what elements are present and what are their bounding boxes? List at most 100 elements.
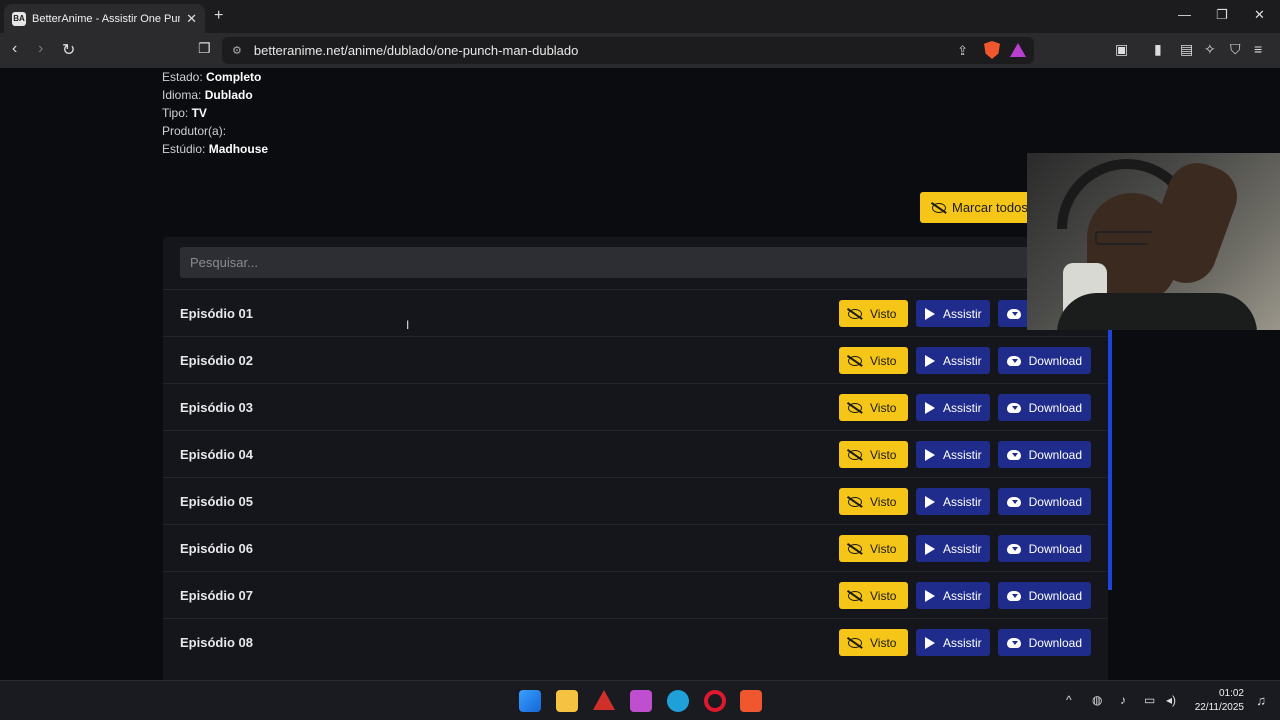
search-box[interactable] [180, 247, 1092, 278]
app-grid-icon[interactable] [630, 690, 652, 712]
visto-button[interactable]: Visto [839, 394, 908, 421]
forward-icon[interactable]: › [38, 40, 43, 58]
restore-icon[interactable]: ❐ [1216, 7, 1228, 23]
estado-value: Completo [206, 70, 262, 84]
shirt-shape [1057, 293, 1257, 330]
tab-close-icon[interactable]: ✕ [186, 11, 197, 27]
episode-title[interactable]: Episódio 08 [180, 635, 253, 650]
eye-slash-icon [848, 308, 862, 319]
assistir-label: Assistir [943, 447, 982, 462]
edge-icon[interactable] [667, 690, 689, 712]
episode-title[interactable]: Episódio 01 [180, 306, 253, 321]
download-button[interactable]: Download [998, 488, 1091, 515]
assistir-button[interactable]: Assistir [916, 488, 990, 515]
file-explorer-icon[interactable] [556, 690, 578, 712]
address-bar[interactable]: ⚙ betteranime.net/anime/dublado/one-punc… [222, 37, 1034, 64]
brave-rewards-icon[interactable] [1010, 43, 1026, 57]
assistir-button[interactable]: Assistir [916, 394, 990, 421]
download-button[interactable]: Download [998, 441, 1091, 468]
visto-label: Visto [870, 635, 897, 650]
assistir-button[interactable]: Assistir [916, 629, 990, 656]
download-label: Download [1028, 494, 1082, 509]
brave-shield-icon[interactable] [984, 41, 1000, 59]
episode-title[interactable]: Episódio 07 [180, 588, 253, 603]
assistir-label: Assistir [943, 541, 982, 556]
episode-row: Episódio 02 Visto Assistir Download [163, 336, 1108, 383]
mark-all-button[interactable]: Marcar todos [920, 192, 1040, 223]
cloud-download-icon [1007, 590, 1021, 601]
download-button[interactable]: Download [998, 394, 1091, 421]
cloud-download-icon [1007, 543, 1021, 554]
assistir-button[interactable]: Assistir [916, 535, 990, 562]
episode-title[interactable]: Episódio 02 [180, 353, 253, 368]
visto-button[interactable]: Visto [839, 629, 908, 656]
brave-icon[interactable] [740, 690, 762, 712]
visto-label: Visto [870, 494, 897, 509]
download-button[interactable]: Download [998, 347, 1091, 374]
microphone-icon[interactable]: ♪ [1120, 693, 1126, 707]
assistir-label: Assistir [943, 635, 982, 650]
assistir-button[interactable]: Assistir [916, 300, 990, 327]
tray-app-icon[interactable]: ◍ [1092, 693, 1102, 707]
idioma-label: Idioma: [162, 88, 202, 102]
download-label: Download [1028, 447, 1082, 462]
visto-button[interactable]: Visto [839, 535, 908, 562]
download-button[interactable]: Download [998, 535, 1091, 562]
leo-ai-icon[interactable]: ✧ [1204, 41, 1216, 58]
episode-title[interactable]: Episódio 05 [180, 494, 253, 509]
episode-row: Episódio 03 Visto Assistir Download [163, 383, 1108, 430]
windows-start-icon[interactable] [519, 690, 541, 712]
download-button[interactable]: Download [998, 582, 1091, 609]
cloud-download-icon [1007, 496, 1021, 507]
back-icon[interactable]: ‹ [12, 40, 17, 58]
episode-row: Episódio 07 Visto Assistir Download [163, 571, 1108, 618]
bookmark-icon[interactable]: ❐ [198, 40, 211, 57]
app-triangle-icon[interactable] [593, 690, 615, 710]
text-cursor-icon: I [406, 318, 410, 332]
assistir-button[interactable]: Assistir [916, 347, 990, 374]
episode-row: Episódio 06 Visto Assistir Download [163, 524, 1108, 571]
episode-title[interactable]: Episódio 06 [180, 541, 253, 556]
assistir-button[interactable]: Assistir [916, 582, 990, 609]
menu-icon[interactable]: ≡ [1254, 41, 1262, 57]
cloud-download-icon [1007, 402, 1021, 413]
network-icon[interactable]: ▭ [1144, 693, 1155, 707]
visto-label: Visto [870, 400, 897, 415]
download-button[interactable]: Download [998, 629, 1091, 656]
split-view-icon[interactable]: ▮ [1154, 41, 1162, 58]
visto-button[interactable]: Visto [839, 441, 908, 468]
estudio-value: Madhouse [208, 142, 269, 156]
produtor-label: Produtor(a): [162, 124, 227, 138]
episode-title[interactable]: Episódio 04 [180, 447, 253, 462]
reload-icon[interactable]: ↻ [62, 40, 75, 60]
episode-title[interactable]: Episódio 03 [180, 400, 253, 415]
notification-bell-icon[interactable]: ♫ [1256, 693, 1266, 708]
volume-icon[interactable]: ◂) [1166, 693, 1176, 707]
site-info-icon[interactable]: ⚙ [232, 44, 242, 57]
browser-tab[interactable]: BA BetterAnime - Assistir One Punch ✕ [4, 4, 205, 33]
clock-date: 22/11/2025 [1194, 702, 1244, 713]
sidebar-icon[interactable]: ▣ [1115, 41, 1128, 58]
share-icon[interactable]: ⇪ [957, 43, 968, 59]
system-clock[interactable]: 01:02 22/11/2025 [1195, 687, 1244, 715]
visto-button[interactable]: Visto [839, 488, 908, 515]
search-input[interactable] [190, 255, 1092, 270]
wallet-icon[interactable]: ▤ [1180, 41, 1193, 58]
tray-expand-icon[interactable]: ^ [1066, 693, 1072, 707]
assistir-label: Assistir [943, 400, 982, 415]
assistir-button[interactable]: Assistir [916, 441, 990, 468]
episode-row: Episódio 04 Visto Assistir Download [163, 430, 1108, 477]
opera-icon[interactable] [704, 690, 726, 712]
episode-row: Episódio 01 Visto Assistir Download [163, 289, 1108, 336]
window-close-icon[interactable]: ✕ [1254, 7, 1265, 23]
vpn-icon[interactable]: ⛉ [1230, 41, 1241, 58]
new-tab-icon[interactable]: + [214, 7, 223, 25]
minimize-icon[interactable]: — [1178, 7, 1191, 22]
episodes-list: Episódio 01 Visto Assistir Download Epis… [163, 289, 1108, 665]
visto-button[interactable]: Visto [839, 300, 908, 327]
download-label: Download [1028, 635, 1082, 650]
visto-button[interactable]: Visto [839, 582, 908, 609]
url-text: betteranime.net/anime/dublado/one-punch-… [253, 43, 579, 58]
visto-button[interactable]: Visto [839, 347, 908, 374]
assistir-label: Assistir [943, 588, 982, 603]
